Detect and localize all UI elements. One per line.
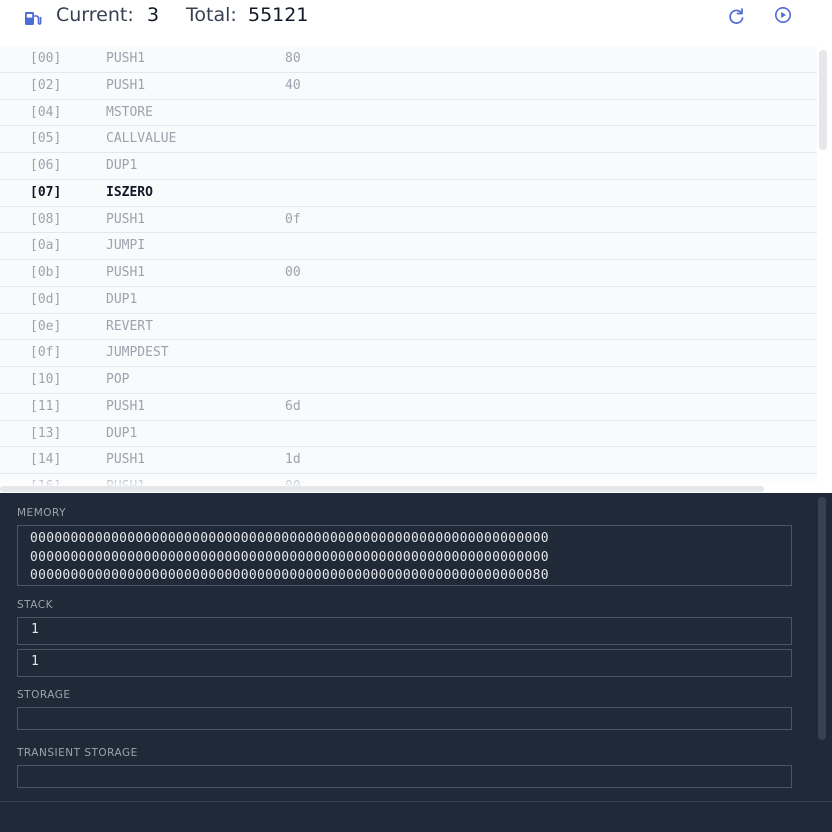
opcode-pc: [0a]: [30, 238, 62, 254]
opcode-pc: [07]: [30, 184, 62, 200]
opcode-row[interactable]: [0d] DUP1: [0, 286, 817, 314]
opcode-name: POP: [106, 372, 130, 387]
opcode-arg: 0f: [285, 211, 301, 227]
opcode-list[interactable]: [00] PUSH1 80 [02] PUSH1 40 [04] MSTORE [05] CALL…: [0, 46, 817, 486]
horizontal-scrollbar[interactable]: [0, 486, 764, 492]
opcode-pc: [02]: [30, 77, 62, 93]
opcode-row[interactable]: [0b] PUSH1 00: [0, 260, 817, 287]
opcode-row[interactable]: [08] PUSH1 0f: [0, 206, 817, 234]
opcode-row[interactable]: [10] POP: [0, 367, 817, 394]
opcode-name: PUSH1: [106, 51, 146, 66]
opcode-name: PUSH1: [106, 211, 146, 227]
stack-item: 1: [17, 649, 792, 677]
opcode-row[interactable]: [05] CALLVALUE: [0, 126, 817, 153]
opcode-name: REVERT: [106, 318, 153, 334]
vertical-scrollbar-thumb[interactable]: [819, 50, 827, 150]
memory-line: 0000000000000000000000000000000000000000…: [30, 531, 549, 546]
opcode-arg: 40: [285, 77, 301, 93]
stack-item: 1: [17, 617, 792, 645]
opcode-row[interactable]: [13] DUP1: [0, 420, 817, 448]
opcode-row[interactable]: [04] MSTORE: [0, 99, 817, 127]
opcode-pc: [0f]: [30, 345, 62, 361]
transient-storage-view: [17, 765, 792, 788]
opcode-pc: [04]: [30, 104, 62, 120]
opcode-row[interactable]: [0f] JUMPDEST: [0, 340, 817, 367]
memory-view: 0000000000000000000000000000000000000000…: [17, 525, 792, 586]
opcode-pc: [10]: [30, 372, 62, 387]
opcode-pc: [06]: [30, 158, 62, 173]
opcode-pc: [11]: [30, 398, 62, 414]
transient-storage-label: TRANSIENT STORAGE: [17, 747, 138, 759]
redo-icon[interactable]: [726, 4, 748, 26]
current-step-value: 3: [147, 4, 160, 26]
opcode-name: PUSH1: [106, 452, 146, 468]
gas-station-icon: [25, 12, 42, 25]
opcode-arg: 80: [285, 51, 301, 66]
opcode-pc: [0d]: [30, 291, 62, 307]
opcode-name: PUSH1: [106, 77, 146, 93]
current-label: Current:: [56, 4, 134, 26]
opcode-pc: [08]: [30, 211, 62, 227]
opcode-pc: [05]: [30, 131, 62, 147]
opcode-name: DUP1: [106, 425, 138, 441]
opcode-pc: [0e]: [30, 318, 62, 334]
opcode-name: DUP1: [106, 158, 138, 173]
opcode-row[interactable]: [06] DUP1: [0, 153, 817, 180]
opcode-panel: [00] PUSH1 80 [02] PUSH1 40 [04] MSTORE [05] CALL…: [0, 46, 832, 493]
opcode-pc: [00]: [30, 51, 62, 66]
opcode-name: JUMPDEST: [106, 345, 169, 361]
play-circle-icon[interactable]: [772, 4, 794, 26]
total-label: Total:: [186, 4, 237, 26]
memory-line: 0000000000000000000000000000000000000000…: [30, 549, 549, 565]
opcode-arg: 6d: [285, 398, 301, 414]
opcode-name: ISZERO: [106, 184, 153, 200]
state-panel: MEMORY 000000000000000000000000000000000…: [0, 493, 832, 832]
opcode-row-current[interactable]: [07] ISZERO: [0, 179, 817, 207]
storage-view: [17, 707, 792, 730]
opcode-row[interactable]: [0a] JUMPI: [0, 233, 817, 260]
opcode-name: CALLVALUE: [106, 131, 177, 147]
opcode-pc: [0b]: [30, 265, 62, 280]
opcode-name: PUSH1: [106, 265, 146, 280]
opcode-row[interactable]: [0e] REVERT: [0, 313, 817, 341]
toolbar-header: Current: 3 Total: 55121: [0, 0, 832, 46]
state-scrollbar[interactable]: [818, 497, 826, 740]
opcode-row[interactable]: [00] PUSH1 80: [0, 46, 817, 73]
opcode-row[interactable]: [02] PUSH1 40: [0, 72, 817, 100]
total-steps-value: 55121: [248, 4, 309, 26]
memory-label: MEMORY: [17, 507, 67, 519]
stack-label: STACK: [17, 599, 53, 611]
opcode-name: JUMPI: [106, 238, 146, 254]
opcode-arg: 1d: [285, 452, 301, 468]
storage-label: STORAGE: [17, 689, 71, 701]
memory-line: 0000000000000000000000000000000000000000…: [30, 568, 549, 583]
panel-divider: [0, 801, 832, 802]
opcode-name: PUSH1: [106, 398, 146, 414]
opcode-name: DUP1: [106, 291, 138, 307]
opcode-row[interactable]: [14] PUSH1 1d: [0, 447, 817, 474]
opcode-pc: [14]: [30, 452, 62, 468]
opcode-row[interactable]: [11] PUSH1 6d: [0, 393, 817, 421]
opcode-name: MSTORE: [106, 104, 153, 120]
opcode-arg: 00: [285, 265, 301, 280]
opcode-pc: [13]: [30, 425, 62, 441]
